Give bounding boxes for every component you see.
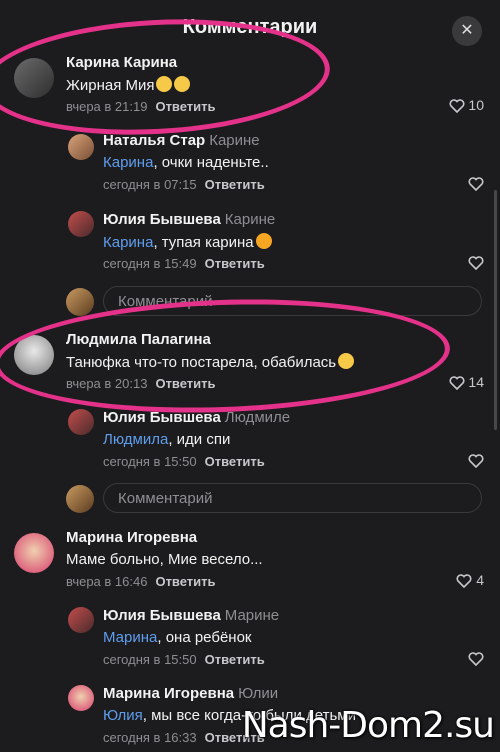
like-button[interactable] <box>468 650 484 667</box>
close-icon[interactable]: ✕ <box>452 16 482 46</box>
avatar <box>66 288 94 316</box>
comment-input[interactable]: Комментарий <box>103 286 482 316</box>
like-count: 4 <box>476 572 484 588</box>
reply-to-label: Карине <box>209 132 260 149</box>
comment-meta: вчера в 16:46 Ответить <box>66 574 216 589</box>
comment-input[interactable]: Комментарий <box>103 483 482 513</box>
author-name[interactable]: Людмила Палагина <box>66 331 211 348</box>
author-name[interactable]: Марина Игоревна <box>66 529 197 546</box>
author-name[interactable]: Юлия Бывшева Карине <box>103 211 275 228</box>
like-button[interactable]: 10 <box>449 97 484 114</box>
reply-button[interactable]: Ответить <box>205 652 265 667</box>
comment-meta: сегодня в 07:15 Ответить <box>103 177 265 192</box>
comment-text: Маме больно, Мие весело... <box>66 551 263 568</box>
comment-text: Карина, тупая карина <box>103 233 272 251</box>
reply-button[interactable]: Ответить <box>205 454 265 469</box>
reply-to-label: Марине <box>224 607 280 624</box>
comment: Людмила Палагина Танюфка что-то постарел… <box>0 327 500 397</box>
avatar[interactable] <box>68 607 94 633</box>
laughing-emoji-icon <box>338 353 355 369</box>
comment-meta: вчера в 20:13 Ответить <box>66 376 216 391</box>
like-button[interactable]: 4 <box>456 572 484 589</box>
like-count: 10 <box>468 97 484 113</box>
heart-icon <box>456 574 472 589</box>
reply-button[interactable]: Ответить <box>155 376 215 391</box>
avatar <box>66 485 94 513</box>
mention-link[interactable]: Карина <box>103 234 153 251</box>
header: Комментарии ✕ <box>0 0 500 56</box>
author-name[interactable]: Марина Игоревна Юлии <box>103 685 278 702</box>
comment-reply: Юлия Бывшева Марине Марина, она ребёнок с… <box>0 603 500 673</box>
like-count: 14 <box>468 374 484 390</box>
reply-button[interactable]: Ответить <box>205 177 265 192</box>
laughing-emoji-icon <box>156 76 173 92</box>
comment-text: Марина, она ребёнок <box>103 629 252 646</box>
comment-text: Жирная Мия <box>66 76 191 94</box>
author-name[interactable]: Юлия Бывшева Марине <box>103 607 279 624</box>
mention-link[interactable]: Марина <box>103 629 157 646</box>
scrollbar[interactable] <box>494 190 497 430</box>
heart-icon <box>468 454 484 469</box>
avatar[interactable] <box>14 533 54 573</box>
comment-text: Людмила, иди спи <box>103 431 231 448</box>
reply-button[interactable]: Ответить <box>205 256 265 271</box>
heart-icon <box>449 376 465 391</box>
mention-link[interactable]: Карина <box>103 154 153 171</box>
comment: Марина Игоревна Маме больно, Мие весело.… <box>0 525 500 595</box>
avatar[interactable] <box>68 134 94 160</box>
avatar[interactable] <box>68 409 94 435</box>
reply-to-label: Карине <box>224 211 276 228</box>
heart-icon <box>468 256 484 271</box>
comment-meta: сегодня в 15:49 Ответить <box>103 256 265 271</box>
comment-input-row: Комментарий <box>0 285 500 317</box>
page-title: Комментарии <box>182 16 318 38</box>
avatar[interactable] <box>14 335 54 375</box>
comment-meta: сегодня в 15:50 Ответить <box>103 454 265 469</box>
reply-to-label: Юлии <box>238 685 279 702</box>
tongue-emoji-icon <box>255 233 272 249</box>
heart-icon <box>468 652 484 667</box>
comment-reply: Наталья Стар Карине Карина, очки наденьте… <box>0 128 500 198</box>
heart-icon <box>468 177 484 192</box>
comment-meta: вчера в 21:19 Ответить <box>66 99 216 114</box>
comment: Карина Карина Жирная Мия вчера в 21:19 От… <box>0 50 500 120</box>
like-button[interactable] <box>468 254 484 271</box>
avatar[interactable] <box>14 58 54 98</box>
reply-button[interactable]: Ответить <box>155 574 215 589</box>
comment-meta: сегодня в 16:33 Ответить <box>103 730 265 745</box>
reply-button[interactable]: Ответить <box>155 99 215 114</box>
comment-meta: сегодня в 15:50 Ответить <box>103 652 265 667</box>
comment-text: Карина, очки наденьте.. <box>103 154 269 171</box>
watermark: Nash-Dom2.su <box>241 705 495 746</box>
author-name[interactable]: Юлия Бывшева Людмиле <box>103 409 290 426</box>
comment-text: Танюфка что-то постарела, обабилась <box>66 353 355 371</box>
comment-reply: Юлия Бывшева Карине Карина, тупая карина … <box>0 207 500 277</box>
comment-reply: Юлия Бывшева Людмиле Людмила, иди спи сег… <box>0 405 500 475</box>
reply-to-label: Людмиле <box>224 409 291 426</box>
like-button[interactable] <box>468 452 484 469</box>
laughing-emoji-icon <box>174 76 191 92</box>
avatar[interactable] <box>68 211 94 237</box>
like-button[interactable]: 14 <box>449 374 484 391</box>
heart-icon <box>449 99 465 114</box>
comment-input-row: Комментарий <box>0 482 500 514</box>
mention-link[interactable]: Людмила <box>103 431 168 448</box>
mention-link[interactable]: Юлия <box>103 707 143 724</box>
author-name[interactable]: Карина Карина <box>66 54 177 71</box>
author-name[interactable]: Наталья Стар Карине <box>103 132 260 149</box>
avatar[interactable] <box>68 685 94 711</box>
like-button[interactable] <box>468 175 484 192</box>
